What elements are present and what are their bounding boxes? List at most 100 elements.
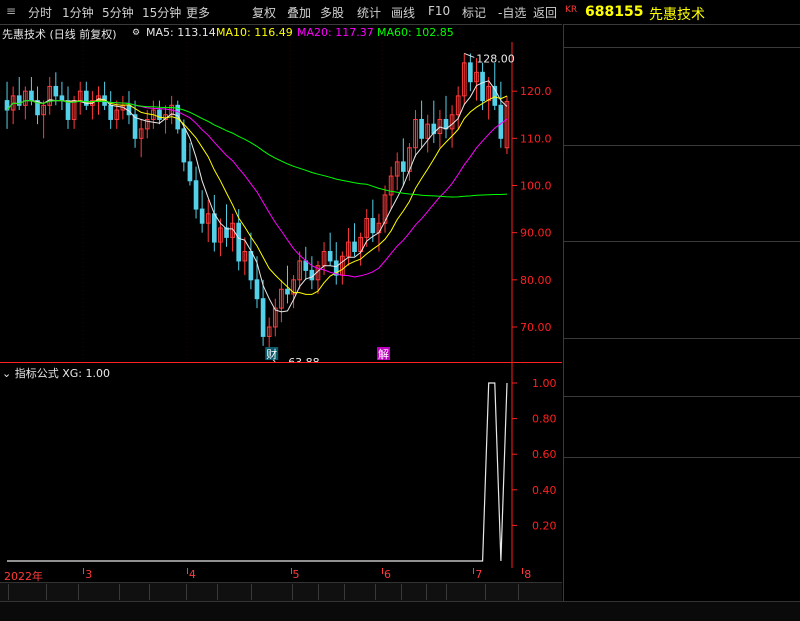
- settings-icon[interactable]: ⚙: [132, 28, 140, 38]
- candle: [248, 251, 254, 281]
- stock-code: 688155: [585, 4, 644, 20]
- menu-icon[interactable]: ≡: [6, 4, 16, 18]
- stat-row: [564, 282, 800, 301]
- toolbar-1[interactable]: 1分钟: [62, 4, 94, 21]
- candle: [199, 208, 205, 224]
- bid-row[interactable]: [564, 147, 800, 166]
- promo-banner[interactable]: [567, 399, 800, 418]
- tab-13[interactable]: [420, 584, 427, 600]
- candle: [285, 288, 290, 295]
- candle: [309, 269, 315, 281]
- ask-row[interactable]: [564, 88, 800, 107]
- candle: [53, 85, 59, 97]
- time-tick: [473, 568, 475, 574]
- toolbar-9[interactable]: 画线: [391, 4, 415, 21]
- candle: [370, 218, 376, 234]
- time-tick: [381, 568, 383, 574]
- tab-14[interactable]: [440, 584, 447, 600]
- chart-title: 先惠技术 (日线 前复权): [2, 28, 117, 41]
- indicator-label: 0.40: [532, 484, 557, 497]
- tab-0[interactable]: [2, 584, 9, 600]
- ask-row[interactable]: [564, 68, 800, 87]
- toolbar-6[interactable]: 叠加: [287, 4, 311, 21]
- toolbar-4[interactable]: 更多: [186, 4, 210, 21]
- bid-row[interactable]: [564, 166, 800, 185]
- toolbar-0[interactable]: 分时: [28, 4, 52, 21]
- quote-panel: [563, 25, 800, 601]
- toolbar-8[interactable]: 统计: [357, 4, 381, 21]
- ask-row[interactable]: [564, 107, 800, 126]
- ma10-label: MA10: 116.49: [216, 26, 293, 39]
- tab-7[interactable]: [245, 584, 252, 600]
- bid-row[interactable]: [564, 186, 800, 205]
- tab-6[interactable]: [211, 584, 218, 600]
- indicator-collapse-icon[interactable]: ⌄: [2, 367, 11, 380]
- toolbar-13[interactable]: 返回: [533, 4, 557, 21]
- ma60-label: MA60: 102.85: [377, 26, 454, 39]
- candle: [65, 100, 71, 120]
- toolbar-10[interactable]: F10: [428, 4, 450, 18]
- candle: [181, 128, 187, 163]
- market-badge: KR: [565, 5, 578, 15]
- tab-11[interactable]: [369, 584, 376, 600]
- tab-3[interactable]: [113, 584, 120, 600]
- tab-9[interactable]: [312, 584, 319, 600]
- candle: [419, 118, 424, 139]
- toolbar-7[interactable]: 多股: [320, 4, 344, 21]
- price-label: 100.0: [520, 179, 552, 192]
- tab-2[interactable]: [72, 584, 79, 600]
- ask-row[interactable]: [564, 126, 800, 145]
- candle: [211, 213, 217, 243]
- indicator-value: XG: 1.00: [62, 367, 110, 380]
- stat-row: [564, 243, 800, 262]
- tab-10[interactable]: [338, 584, 345, 600]
- indicator-title[interactable]: 指标公式: [15, 367, 59, 380]
- toolbar-12[interactable]: -自选: [498, 4, 526, 21]
- ma-legend: 先惠技术 (日线 前复权) ⚙ MA5: 113.14 MA10: 116.49…: [0, 25, 562, 41]
- tick-row: [564, 496, 800, 515]
- panel-divider: [564, 47, 800, 48]
- tick-row: [564, 459, 800, 478]
- candle: [236, 222, 242, 262]
- company-notice: [567, 419, 800, 438]
- event-badge[interactable]: 财: [266, 347, 277, 361]
- indicator-header: ⌄ 指标公式 XG: 1.00: [2, 365, 110, 381]
- tick-row: [564, 514, 800, 533]
- stat-row: [564, 262, 800, 281]
- price-label: 80.00: [520, 274, 552, 287]
- time-tick: [83, 568, 85, 574]
- tick-row: [564, 533, 800, 552]
- event-badge[interactable]: 解: [378, 347, 389, 361]
- price-label: 120.0: [520, 85, 552, 98]
- time-tick: [290, 568, 292, 574]
- xg-line: [7, 382, 508, 562]
- tab-4[interactable]: [143, 584, 150, 600]
- bid-row[interactable]: [564, 205, 800, 224]
- toolbar-2[interactable]: 5分钟: [102, 4, 134, 21]
- toolbar-11[interactable]: 标记: [462, 4, 486, 21]
- panel-divider: [564, 396, 800, 397]
- stat2-row: [564, 379, 800, 398]
- order-ratio-row: [564, 28, 800, 47]
- toolbar-3[interactable]: 15分钟: [142, 4, 181, 21]
- quote-header: KR 688155 先惠技术: [563, 0, 800, 25]
- indicator-label: 0.80: [532, 413, 557, 426]
- tab-12[interactable]: [395, 584, 402, 600]
- candle: [29, 90, 34, 102]
- indicator-tabs: [0, 582, 562, 601]
- ask-row[interactable]: [564, 49, 800, 68]
- tab-15[interactable]: [479, 584, 486, 600]
- tab-1[interactable]: [40, 584, 47, 600]
- panel-divider: [564, 241, 800, 242]
- indicator-chart[interactable]: 1.00 0.80 0.60 0.40 0.20: [0, 363, 562, 568]
- tab-16[interactable]: [512, 584, 519, 600]
- time-label-4: 6: [383, 568, 391, 581]
- kline-chart[interactable]: 120.0110.0100.090.0080.0070.00128.00—63.…: [0, 42, 562, 362]
- tab-8[interactable]: [286, 584, 293, 600]
- tab-5[interactable]: [180, 584, 187, 600]
- stat2-row: [564, 340, 800, 359]
- panel-divider: [564, 338, 800, 339]
- toolbar-5[interactable]: 复权: [252, 4, 276, 21]
- indicator-label: 1.00: [532, 377, 557, 390]
- candle: [59, 95, 65, 102]
